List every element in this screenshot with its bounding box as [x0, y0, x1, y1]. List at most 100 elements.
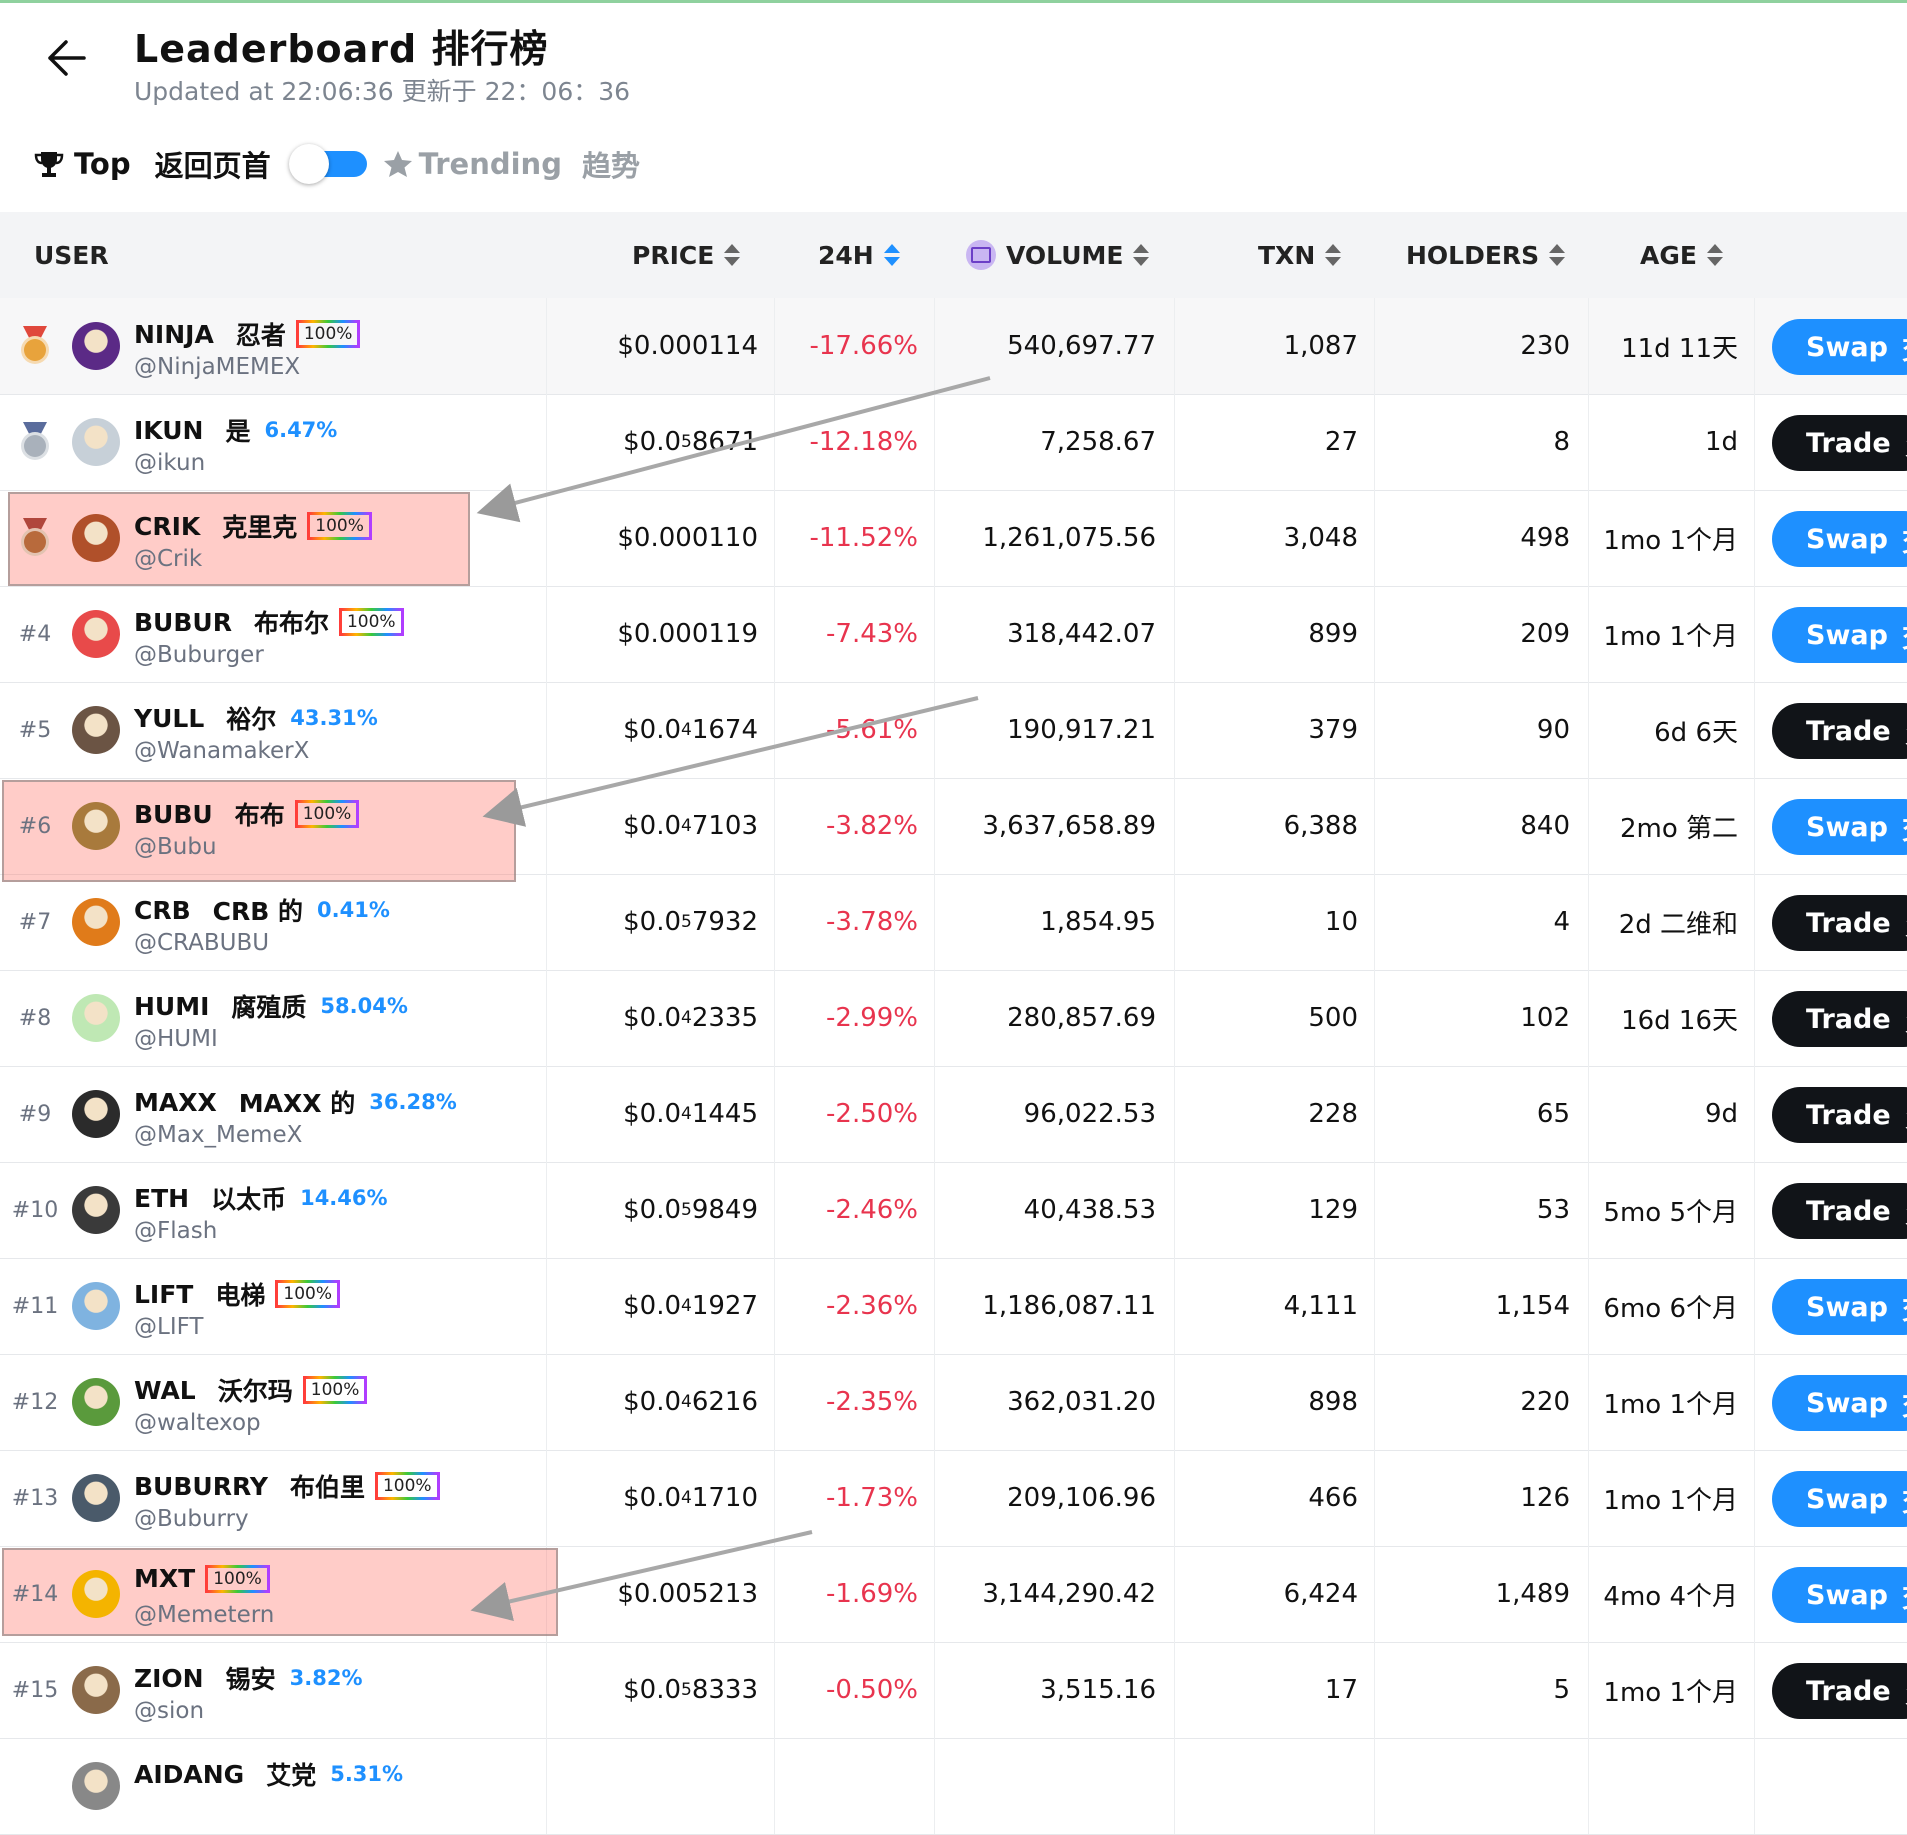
user-handle: @Max_MemeX	[134, 1122, 303, 1148]
column-header-age[interactable]: AGE	[1640, 212, 1723, 298]
token-symbol: AIDANG	[134, 1759, 245, 1789]
percent-badge: 100%	[294, 800, 360, 828]
table-row[interactable]: IKUN 是 6.47% @ikun $0.0 5 8671 -12.18% 7,258.67 2…	[0, 394, 1907, 491]
table-row[interactable]: #13 BUBURRY 布伯里 100% @Buburry $0.0 4 1710 -1.73%…	[0, 1450, 1907, 1547]
table-row[interactable]: CRIK 克里克 100% @Crik $0.000110 -11.52% 1,261,07…	[0, 490, 1907, 587]
column-divider	[546, 1162, 547, 1258]
price-value: $0.0 4 1927	[560, 1258, 758, 1354]
table-row[interactable]: #5 YULL 裕尔 43.31% @WanamakerX $0.0 4 1674 -5.61%…	[0, 682, 1907, 779]
column-divider	[934, 970, 935, 1066]
swap-button[interactable]: Swap 交	[1772, 607, 1907, 663]
top-trending-toggle[interactable]	[288, 144, 369, 184]
percent-badge: 100%	[275, 1280, 340, 1308]
rank-number: #8	[18, 1005, 52, 1031]
back-arrow-icon[interactable]	[44, 38, 88, 78]
column-divider	[774, 970, 775, 1066]
trade-button[interactable]: Trade贸	[1772, 415, 1907, 471]
column-divider	[1754, 1450, 1755, 1546]
swap-button[interactable]: Swap 交	[1772, 319, 1907, 375]
swap-button[interactable]: Swap 交	[1772, 799, 1907, 855]
token-name-cn: 布伯里	[289, 1473, 365, 1502]
table-row[interactable]: #11 LIFT 电梯 100% @LIFT $0.0 4 1927 -2.36% 1,186,0…	[0, 1258, 1907, 1355]
column-divider	[1588, 1354, 1589, 1450]
tab-trending[interactable]: Trending 趋势	[383, 143, 640, 185]
table-row[interactable]: #7 CRB CRB 的 0.41% @CRABUBU $0.0 5 7932 -3.78% 1,…	[0, 874, 1907, 971]
volume-token-icon	[966, 240, 996, 270]
column-divider	[774, 1450, 775, 1546]
trade-button[interactable]: Trade贸	[1772, 1663, 1907, 1719]
column-divider	[1754, 682, 1755, 778]
percent-badge: 100%	[302, 1376, 368, 1404]
table-row[interactable]: #4 BUBUR 布布尔 100% @Buburger $0.000119 -7.43% 31…	[0, 586, 1907, 683]
column-header-24h[interactable]: 24H	[818, 212, 900, 298]
avatar	[72, 802, 120, 850]
price-value: $0.0 5 9849	[560, 1162, 758, 1258]
price-digits: 2335	[691, 1003, 758, 1033]
column-divider	[934, 1450, 935, 1546]
trade-button[interactable]: Trade贸	[1772, 991, 1907, 1047]
token-name-cn: 布布	[234, 801, 285, 830]
txn-value: 6,388	[1283, 811, 1358, 841]
column-header-price[interactable]: PRICE	[632, 212, 741, 298]
column-header-volume[interactable]: VOLUME	[966, 212, 1150, 298]
price-main: $0.0	[623, 1291, 681, 1321]
column-divider	[1174, 1258, 1175, 1354]
tab-top[interactable]: Top 返回页首	[34, 143, 271, 185]
column-divider	[1754, 1354, 1755, 1450]
swap-button[interactable]: Swap 交	[1772, 1279, 1907, 1335]
column-header-txn[interactable]: TXN	[1258, 212, 1342, 298]
table-row[interactable]: #10 ETH 以太币 14.46% @Flash $0.0 5 9849 -2.46% 40,4…	[0, 1162, 1907, 1259]
column-user-label: USER	[34, 240, 109, 270]
table-row[interactable]: #12 WAL 沃尔玛 100% @waltexop $0.0 4 6216 -2.35% 362…	[0, 1354, 1907, 1451]
table-row[interactable]: #6 BUBU 布布 100% @Bubu $0.0 4 7103 -3.82% 3,637,65…	[0, 778, 1907, 882]
trade-button[interactable]: Trade贸	[1772, 895, 1907, 951]
column-divider	[546, 778, 547, 874]
table-row[interactable]: #8 HUMI 腐殖质 58.04% @HUMI $0.0 4 2335 -2.99% 280,8…	[0, 970, 1907, 1067]
column-divider	[934, 298, 935, 394]
token-name: MAXX MAXX 的 36.28%	[134, 1084, 457, 1120]
user-handle: @Crik	[134, 546, 203, 572]
medal-icon	[14, 490, 56, 586]
rank-number: #13	[11, 1485, 59, 1511]
price-value: $0.0 4 1710	[560, 1450, 758, 1546]
table-row[interactable]: #15 ZION 锡安 3.82% @sion $0.0 5 8333 -0.50% 3,515.…	[0, 1642, 1907, 1739]
txn-value: 500	[1308, 1003, 1358, 1033]
column-divider	[1588, 394, 1589, 490]
tab-bar: Top 返回页首 Trending 趋势	[34, 140, 640, 188]
column-header-holders[interactable]: HOLDERS	[1406, 212, 1566, 298]
table-row[interactable]: #9 MAXX MAXX 的 36.28% @Max_MemeX $0.0 4 1445 -2.…	[0, 1066, 1907, 1163]
percent-badge: 100%	[374, 1472, 440, 1500]
action-label: Trade	[1806, 715, 1891, 747]
table-row[interactable]: AIDANG 艾党 5.31%	[0, 1738, 1907, 1835]
price-digits: 9849	[691, 1195, 758, 1225]
price-zero-count: 4	[681, 1104, 692, 1124]
trade-button[interactable]: Trade贸	[1772, 1087, 1907, 1143]
swap-button[interactable]: Swap 交	[1772, 1471, 1907, 1527]
percent-value: 3.82%	[289, 1666, 363, 1690]
change-value: -7.43%	[826, 619, 918, 649]
table-row[interactable]: #14 MXT 100% @Memetern $0.005213 -1.69% 3,144,…	[0, 1546, 1907, 1643]
avatar	[72, 1282, 120, 1330]
percent-value: 58.04%	[320, 994, 408, 1018]
age-value: 9d	[1704, 1099, 1738, 1129]
swap-button[interactable]: Swap 交	[1772, 1567, 1907, 1623]
swap-button[interactable]: Swap 交	[1772, 1375, 1907, 1431]
token-name: ETH 以太币 14.46%	[134, 1180, 388, 1216]
trade-button[interactable]: Trade贸	[1772, 703, 1907, 759]
swap-button[interactable]: Swap 交	[1772, 511, 1907, 567]
column-divider	[774, 586, 775, 682]
action-label: Swap	[1806, 1387, 1888, 1419]
action-label-cn: 交	[1902, 1288, 1907, 1327]
action-label: Trade	[1806, 1003, 1891, 1035]
table-row[interactable]: NINJA 忍者 100% @NinjaMEMEX $0.000114 -17.66% 54…	[0, 298, 1907, 395]
txn-value: 6,424	[1283, 1579, 1358, 1609]
age-value: 6mo 6个月	[1603, 1293, 1738, 1324]
change-value: -11.52%	[809, 523, 918, 553]
trade-button[interactable]: Trade贸	[1772, 1183, 1907, 1239]
column-divider	[1174, 682, 1175, 778]
column-divider	[1374, 1738, 1375, 1834]
price-value: $0.0 5 7932	[560, 874, 758, 970]
column-divider	[774, 1066, 775, 1162]
token-symbol: NINJA	[134, 319, 214, 349]
column-divider	[934, 1354, 935, 1450]
